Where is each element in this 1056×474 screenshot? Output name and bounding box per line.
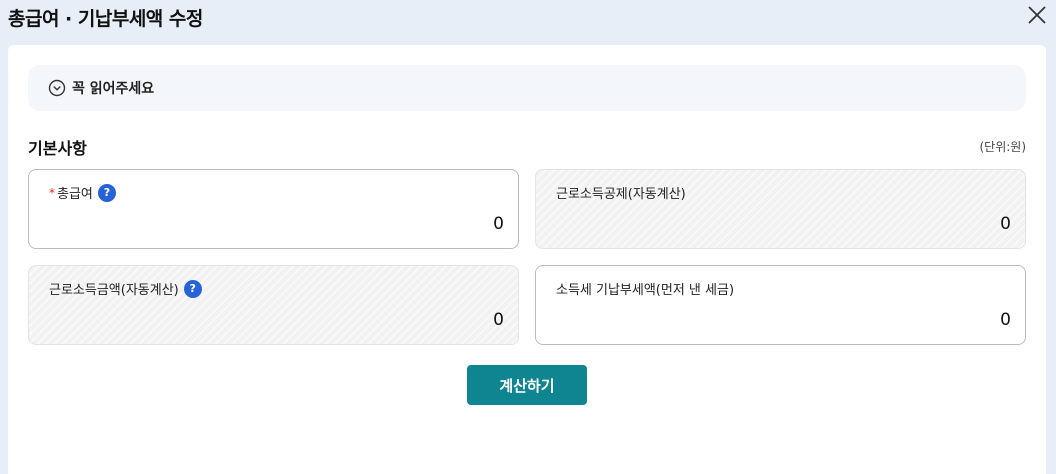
- earned-income-amount-value: 0: [493, 310, 504, 330]
- notice-label: 꼭 읽어주세요: [72, 81, 155, 97]
- required-mark: *: [49, 185, 55, 200]
- total-salary-field[interactable]: * 총급여 ? 0: [28, 169, 519, 249]
- earned-income-deduction-label: 근로소득공제(자동계산): [556, 187, 686, 202]
- earned-income-deduction-field: 근로소득공제(자동계산) 0: [535, 169, 1026, 249]
- earned-income-deduction-value: 0: [1000, 214, 1011, 234]
- prepaid-income-tax-label: 소득세 기납부세액(먼저 낸 세금): [556, 283, 735, 298]
- section-title: 기본사항: [28, 139, 87, 158]
- field-label-row: 소득세 기납부세액(먼저 낸 세금): [556, 279, 734, 298]
- calculate-button[interactable]: 계산하기: [467, 365, 587, 405]
- dialog-body: 꼭 읽어주세요 기본사항 (단위:원) * 총급여 ? 0 근로소득공제(자동계…: [8, 45, 1046, 474]
- chevron-down-circle-icon: [48, 79, 66, 97]
- dialog-title: 총급여 · 기납부세액 수정: [8, 8, 203, 30]
- field-label-row: 근로소득금액(자동계산) ?: [49, 279, 202, 298]
- prepaid-income-tax-input[interactable]: 0: [1000, 310, 1011, 330]
- total-salary-input[interactable]: 0: [493, 214, 504, 234]
- prepaid-income-tax-field[interactable]: 소득세 기납부세액(먼저 낸 세금) 0: [535, 265, 1026, 345]
- help-icon[interactable]: ?: [97, 183, 116, 202]
- help-icon[interactable]: ?: [183, 279, 202, 298]
- earned-income-amount-label: 근로소득금액(자동계산): [49, 283, 179, 298]
- notice-toggle[interactable]: 꼭 읽어주세요: [28, 65, 1026, 111]
- field-label-row: 근로소득공제(자동계산): [556, 183, 686, 202]
- dialog-header: 총급여 · 기납부세액 수정: [0, 0, 1056, 36]
- total-salary-label: 총급여: [57, 187, 93, 202]
- unit-label: (단위:원): [979, 140, 1026, 154]
- close-icon[interactable]: [1026, 4, 1048, 26]
- field-label-row: * 총급여 ?: [49, 183, 116, 202]
- earned-income-amount-field: 근로소득금액(자동계산) ? 0: [28, 265, 519, 345]
